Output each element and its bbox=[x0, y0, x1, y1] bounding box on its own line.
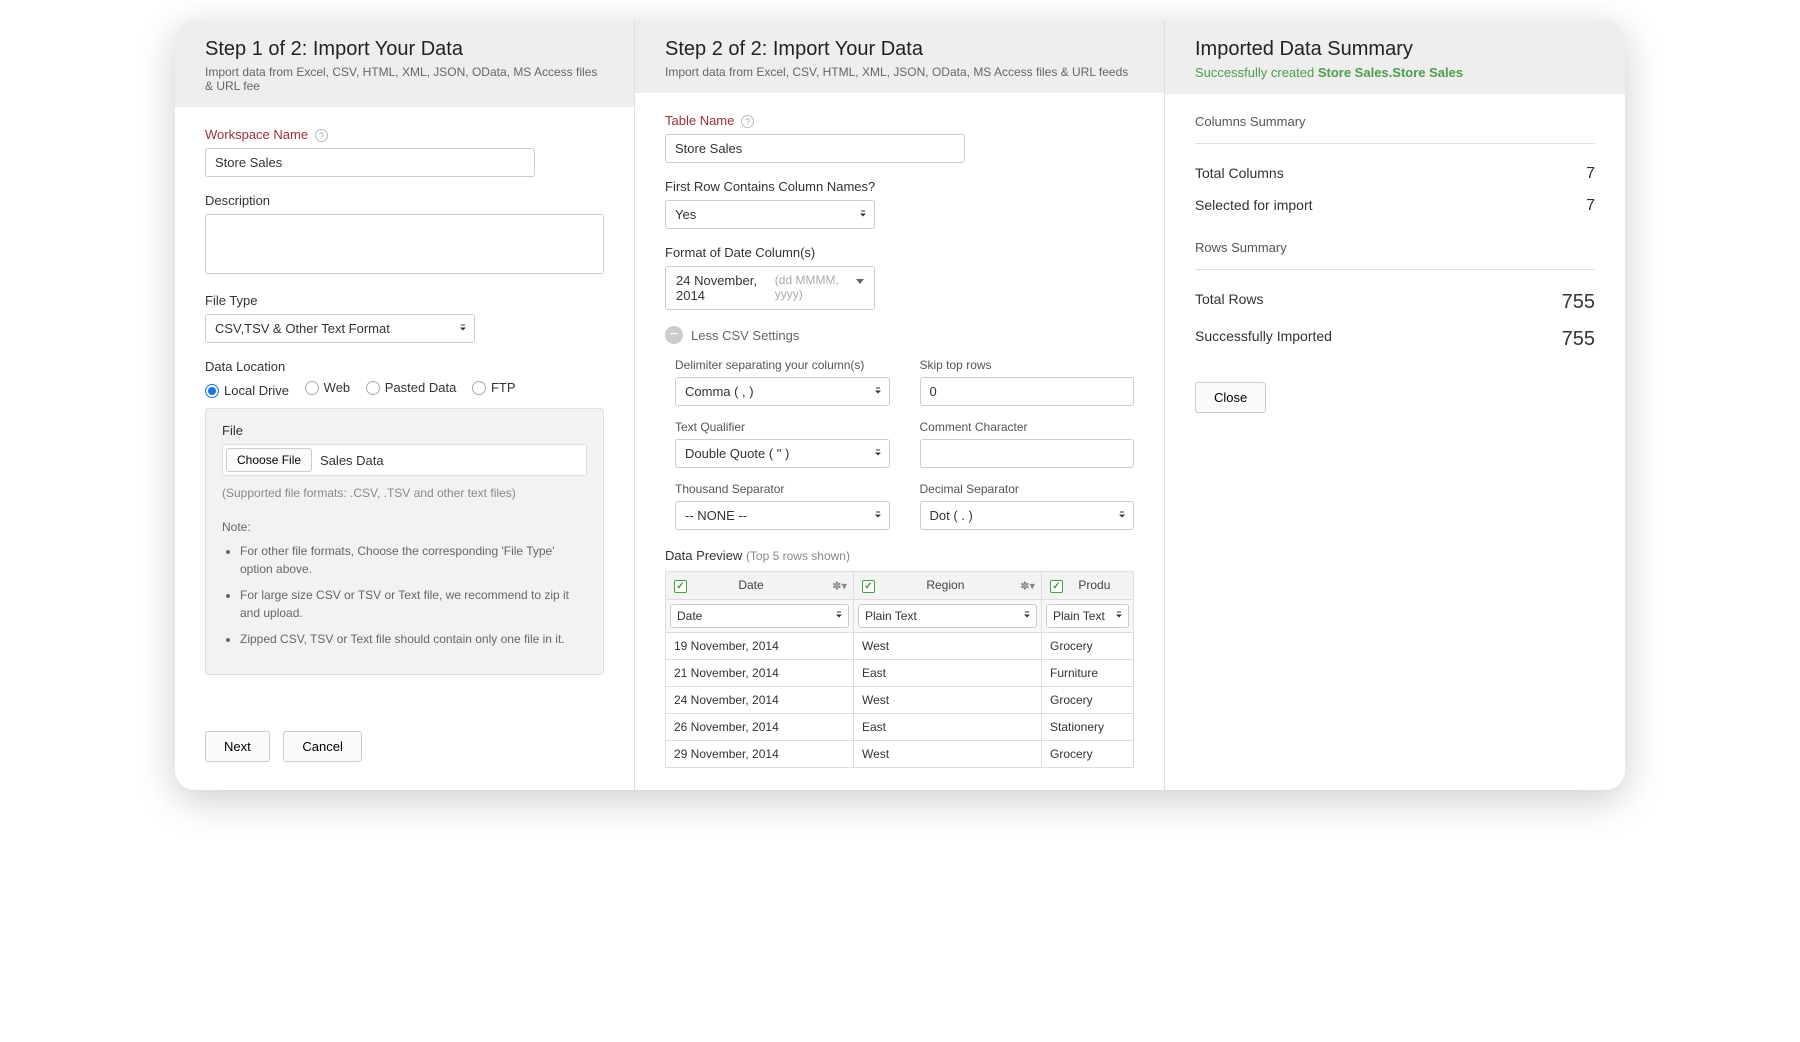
notes-list: For other file formats, Choose the corre… bbox=[222, 542, 587, 648]
help-icon[interactable]: ? bbox=[315, 129, 328, 142]
comment-label: Comment Character bbox=[920, 420, 1135, 434]
step1-subtitle: Import data from Excel, CSV, HTML, XML, … bbox=[205, 65, 604, 93]
table-name-input[interactable] bbox=[665, 134, 965, 163]
gear-icon[interactable]: ✽▾ bbox=[1020, 579, 1035, 592]
workspace-name-input[interactable] bbox=[205, 148, 535, 177]
next-button[interactable]: Next bbox=[205, 731, 270, 762]
table-row: 21 November, 2014EastFurniture bbox=[666, 660, 1134, 687]
note-item: For other file formats, Choose the corre… bbox=[240, 542, 587, 578]
step2-panel: Step 2 of 2: Import Your Data Import dat… bbox=[635, 20, 1165, 790]
description-label: Description bbox=[205, 193, 604, 208]
col-header-date[interactable]: Date ✽▾ bbox=[666, 572, 854, 600]
close-button[interactable]: Close bbox=[1195, 382, 1266, 413]
filetype-label: File Type bbox=[205, 293, 604, 308]
type-select-date[interactable]: Date bbox=[670, 604, 849, 628]
firstrow-select[interactable]: Yes bbox=[665, 200, 875, 229]
firstrow-label: First Row Contains Column Names? bbox=[665, 179, 1134, 194]
table-row: 19 November, 2014WestGrocery bbox=[666, 633, 1134, 660]
metric-selected-import: Selected for import 7 bbox=[1195, 190, 1595, 222]
file-label: File bbox=[222, 423, 587, 438]
help-icon[interactable]: ? bbox=[741, 115, 754, 128]
radio-local-drive[interactable]: Local Drive bbox=[205, 383, 289, 398]
gear-icon[interactable]: ✽▾ bbox=[832, 579, 847, 592]
description-input[interactable] bbox=[205, 214, 604, 274]
checkbox-icon[interactable] bbox=[1050, 580, 1063, 593]
summary-header: Imported Data Summary Successfully creat… bbox=[1165, 20, 1625, 94]
table-row: 26 November, 2014EastStationery bbox=[666, 714, 1134, 741]
chosen-filename: Sales Data bbox=[320, 453, 384, 468]
table-row: 24 November, 2014WestGrocery bbox=[666, 687, 1134, 714]
radio-web[interactable]: Web bbox=[305, 380, 351, 395]
supported-formats-hint: (Supported file formats: .CSV, .TSV and … bbox=[222, 486, 587, 500]
checkbox-icon[interactable] bbox=[674, 580, 687, 593]
note-item: For large size CSV or TSV or Text file, … bbox=[240, 586, 587, 622]
columns-summary-heading: Columns Summary bbox=[1195, 114, 1595, 129]
col-header-region[interactable]: Region ✽▾ bbox=[854, 572, 1042, 600]
table-name-label: Table Name ? bbox=[665, 113, 1134, 128]
dateformat-select[interactable]: 24 November, 2014 (dd MMMM, yyyy) bbox=[665, 266, 875, 310]
decimal-select[interactable]: Dot ( . ) bbox=[920, 501, 1135, 530]
decimal-label: Decimal Separator bbox=[920, 482, 1135, 496]
qualifier-label: Text Qualifier bbox=[675, 420, 890, 434]
metric-total-rows: Total Rows 755 bbox=[1195, 284, 1595, 321]
summary-panel: Imported Data Summary Successfully creat… bbox=[1165, 20, 1625, 790]
filetype-select[interactable]: CSV,TSV & Other Text Format bbox=[205, 314, 475, 343]
delimiter-label: Delimiter separating your column(s) bbox=[675, 358, 890, 372]
divider bbox=[1195, 269, 1595, 270]
radio-ftp[interactable]: FTP bbox=[472, 380, 516, 395]
col-header-product[interactable]: Produ bbox=[1042, 572, 1134, 600]
thousand-label: Thousand Separator bbox=[675, 482, 890, 496]
comment-input[interactable] bbox=[920, 439, 1135, 468]
skip-input[interactable] bbox=[920, 377, 1135, 406]
summary-title: Imported Data Summary bbox=[1195, 38, 1595, 61]
step1-header: Step 1 of 2: Import Your Data Import dat… bbox=[175, 20, 634, 107]
qualifier-select[interactable]: Double Quote ( " ) bbox=[675, 439, 890, 468]
preview-table: Date ✽▾ Region ✽▾ Produ bbox=[665, 571, 1134, 768]
preview-heading: Data Preview (Top 5 rows shown) bbox=[665, 548, 1134, 563]
type-select-product[interactable]: Plain Text bbox=[1046, 604, 1129, 628]
metric-imported: Successfully Imported 755 bbox=[1195, 321, 1595, 358]
cancel-button[interactable]: Cancel bbox=[283, 731, 361, 762]
success-message: Successfully created Store Sales.Store S… bbox=[1195, 65, 1595, 80]
dateformat-label: Format of Date Column(s) bbox=[665, 245, 1134, 260]
table-row: 29 November, 2014WestGrocery bbox=[666, 741, 1134, 768]
note-item: Zipped CSV, TSV or Text file should cont… bbox=[240, 630, 587, 648]
less-csv-settings-toggle[interactable]: − Less CSV Settings bbox=[665, 326, 1134, 344]
note-heading: Note: bbox=[222, 520, 587, 534]
step1-panel: Step 1 of 2: Import Your Data Import dat… bbox=[175, 20, 635, 790]
step2-subtitle: Import data from Excel, CSV, HTML, XML, … bbox=[665, 65, 1134, 79]
file-box: File Choose File Sales Data (Supported f… bbox=[205, 408, 604, 675]
delimiter-select[interactable]: Comma ( , ) bbox=[675, 377, 890, 406]
choose-file-button[interactable]: Choose File bbox=[226, 448, 312, 472]
thousand-select[interactable]: -- NONE -- bbox=[675, 501, 890, 530]
import-wizard: Step 1 of 2: Import Your Data Import dat… bbox=[175, 20, 1625, 790]
step2-title: Step 2 of 2: Import Your Data bbox=[665, 38, 1134, 61]
skip-label: Skip top rows bbox=[920, 358, 1135, 372]
radio-pasted-data[interactable]: Pasted Data bbox=[366, 380, 457, 395]
datalocation-label: Data Location bbox=[205, 359, 604, 374]
workspace-name-label: Workspace Name ? bbox=[205, 127, 604, 142]
metric-total-columns: Total Columns 7 bbox=[1195, 158, 1595, 190]
step1-title: Step 1 of 2: Import Your Data bbox=[205, 38, 604, 61]
divider bbox=[1195, 143, 1595, 144]
rows-summary-heading: Rows Summary bbox=[1195, 240, 1595, 255]
step2-header: Step 2 of 2: Import Your Data Import dat… bbox=[635, 20, 1164, 93]
minus-icon: − bbox=[665, 326, 683, 344]
checkbox-icon[interactable] bbox=[862, 580, 875, 593]
type-select-region[interactable]: Plain Text bbox=[858, 604, 1037, 628]
